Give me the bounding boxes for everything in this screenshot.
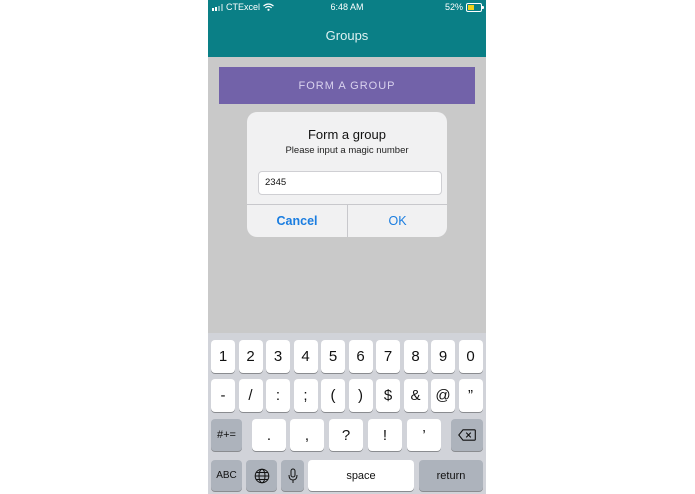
key-apostrophe[interactable]: ’: [407, 419, 441, 451]
status-bar: CTExcel 6:48 AM 52%: [208, 0, 486, 14]
ok-button[interactable]: OK: [348, 205, 447, 237]
numeric-keyboard: 1 2 3 4 5 6 7 8 9 0 - / : ; ( ) $ & @ ” …: [208, 333, 486, 494]
key-9[interactable]: 9: [431, 340, 455, 373]
form-group-button[interactable]: FORM A GROUP: [219, 67, 475, 104]
nav-bar: Groups: [208, 14, 486, 57]
key-3[interactable]: 3: [266, 340, 290, 373]
key-at[interactable]: @: [431, 379, 455, 412]
key-comma[interactable]: ,: [290, 419, 324, 451]
abc-key[interactable]: ABC: [211, 460, 242, 491]
key-quote[interactable]: ”: [458, 379, 483, 412]
battery-percent: 52%: [444, 2, 463, 12]
key-semicolon[interactable]: ;: [293, 379, 318, 412]
key-exclamation[interactable]: !: [368, 419, 402, 451]
key-dollar[interactable]: $: [376, 379, 400, 412]
key-6[interactable]: 6: [348, 340, 373, 373]
key-open-paren[interactable]: (: [321, 379, 345, 412]
key-1[interactable]: 1: [211, 340, 235, 373]
key-question[interactable]: ?: [329, 419, 363, 451]
key-8[interactable]: 8: [403, 340, 428, 373]
key-2[interactable]: 2: [238, 340, 263, 373]
globe-icon: [254, 468, 269, 483]
phone-screen: CTExcel 6:48 AM 52% Groups FORM A GROUP …: [208, 0, 486, 494]
microphone-icon: [288, 468, 297, 483]
magic-number-input[interactable]: 2345: [258, 171, 442, 195]
form-group-dialog: Form a group Please input a magic number…: [247, 112, 447, 237]
page-title: Groups: [325, 28, 369, 43]
key-ampersand[interactable]: &: [403, 379, 428, 412]
key-slash[interactable]: /: [238, 379, 263, 412]
battery-fill: [468, 4, 475, 10]
key-4[interactable]: 4: [293, 340, 318, 373]
key-hyphen[interactable]: -: [211, 379, 235, 412]
key-period[interactable]: .: [252, 419, 286, 451]
dictation-key[interactable]: [281, 460, 304, 491]
key-7[interactable]: 7: [376, 340, 400, 373]
symbols-key[interactable]: #+=: [211, 419, 242, 451]
dialog-title: Form a group: [307, 127, 387, 142]
key-colon[interactable]: :: [266, 379, 290, 412]
return-key[interactable]: return: [419, 460, 483, 491]
globe-key[interactable]: [246, 460, 277, 491]
battery-icon: [466, 2, 484, 12]
status-right: 52%: [444, 2, 484, 12]
cancel-button[interactable]: Cancel: [247, 205, 347, 237]
key-0[interactable]: 0: [458, 340, 483, 373]
backspace-key[interactable]: [451, 419, 483, 451]
space-key[interactable]: space: [308, 460, 414, 491]
key-5[interactable]: 5: [321, 340, 345, 373]
dialog-message: Please input a magic number: [285, 145, 409, 156]
backspace-icon: [458, 429, 476, 441]
key-close-paren[interactable]: ): [348, 379, 373, 412]
